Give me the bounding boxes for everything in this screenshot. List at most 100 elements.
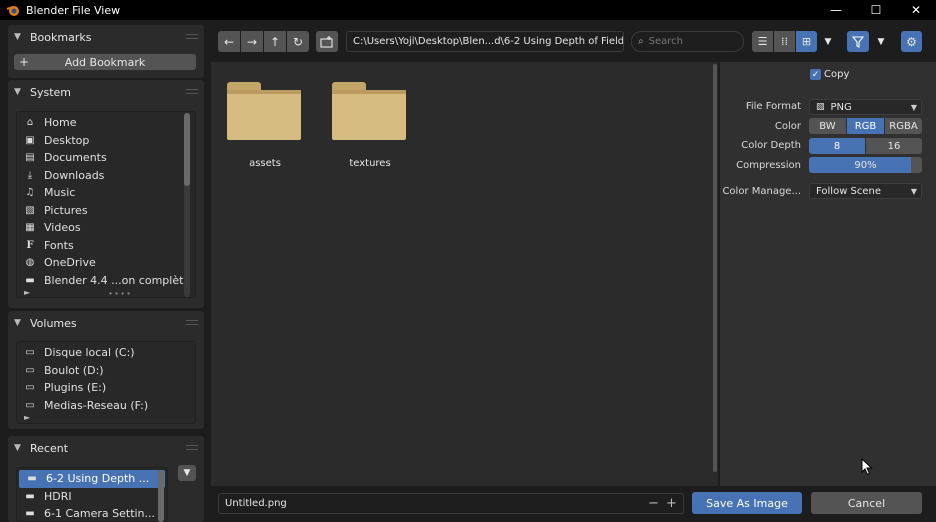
chevron-down-icon: ▼ [14,87,21,97]
globe-icon: ◍ [25,257,35,269]
system-item-home[interactable]: ⌂ Home [17,114,195,132]
system-item-documents[interactable]: ▤ Documents [17,149,195,167]
expand-arrow-icon[interactable]: ► [24,288,30,297]
system-item-videos[interactable]: ▦ Videos [17,219,195,237]
filter-options-dropdown[interactable]: ▼ [871,31,891,52]
recent-header[interactable]: ▼ Recent [8,436,204,460]
refresh-button[interactable]: ↻ [287,31,309,52]
close-button[interactable]: ✕ [896,0,936,20]
copy-checkbox[interactable]: ✓ [810,69,821,80]
compression-slider[interactable]: 90% [809,157,922,173]
grip-icon[interactable] [186,320,198,325]
folder-label: assets [249,158,281,169]
cancel-button[interactable]: Cancel [811,492,922,514]
grip-icon[interactable] [186,445,198,450]
folder-icon [332,82,406,140]
thumbnail-view-button[interactable]: ⊞ [796,31,817,52]
filename-input[interactable]: Untitled.png [218,493,684,514]
horizontal-list-view-button[interactable]: ⁞⁞ [774,31,795,52]
system-item-pictures[interactable]: ▧ Pictures [17,202,195,220]
fonts-icon: F [26,239,34,251]
color-depth-label: Color Depth [741,140,801,151]
copy-label: Copy [824,69,850,80]
recent-item-hdri[interactable]: ▬ HDRI [17,488,167,506]
parent-directory-button[interactable]: ↑ [264,31,286,52]
folder-icon: ▬ [25,274,35,286]
folder-icon: ▬ [25,490,35,502]
increment-filename-button[interactable]: + [666,496,677,511]
disk-icon: ▭ [25,399,35,411]
image-icon: ▧ [816,102,825,112]
system-title: System [30,85,72,99]
volume-item-d[interactable]: ▭ Boulot (D:) [17,362,195,380]
color-bw-option[interactable]: BW [809,118,846,134]
recent-scrollbar[interactable] [158,470,164,522]
search-icon: ⌕ [638,36,644,47]
desktop-icon: ▣ [25,134,35,146]
system-item-blender[interactable]: ▬ Blender 4.4 ...on complète [17,272,195,290]
chevron-down-icon: ▼ [910,102,917,112]
back-button[interactable]: ← [218,31,240,52]
forward-button[interactable]: → [241,31,263,52]
grip-icon[interactable] [186,34,198,39]
downloads-icon: ⤓ [27,169,33,181]
folder-assets[interactable]: assets [227,82,303,169]
volume-item-f[interactable]: ▭ Medias-Reseau (F:) [17,397,195,415]
recent-title: Recent [30,441,69,455]
save-as-image-button[interactable]: Save As Image [692,492,802,514]
disk-icon: ▭ [25,364,35,376]
system-scrollbar[interactable] [184,113,190,297]
new-folder-button[interactable] [316,31,338,52]
volume-item-c[interactable]: ▭ Disque local (C:) [17,344,195,362]
color-rgb-option[interactable]: RGB [847,118,884,134]
recent-scroll-thumb[interactable] [158,470,164,522]
pictures-icon: ▧ [25,204,35,216]
file-browser-area[interactable]: assets textures [211,62,718,486]
volumes-header[interactable]: ▼ Volumes [8,311,204,335]
system-header[interactable]: ▼ System [8,80,204,104]
system-item-onedrive[interactable]: ◍ OneDrive [17,254,195,272]
documents-icon: ▤ [25,152,35,164]
vertical-list-view-button[interactable]: ☰ [752,31,773,52]
volumes-title: Volumes [30,316,77,330]
system-item-music[interactable]: ♫ Music [17,184,195,202]
minimize-button[interactable]: — [816,0,856,20]
gear-icon: ⚙ [906,34,917,49]
chevron-down-icon: ▼ [14,32,21,42]
expand-arrow-icon[interactable]: ► [24,413,30,422]
recent-item-6-2[interactable]: ▬ 6-2 Using Depth ... [19,470,165,488]
color-depth-16-option[interactable]: 16 [866,138,922,154]
file-format-dropdown[interactable]: ▧ PNG ▼ [809,99,922,115]
settings-toggle-button[interactable]: ⚙ [901,31,922,52]
bookmarks-panel: ▼ Bookmarks [8,25,204,78]
system-item-desktop[interactable]: ▣ Desktop [17,132,195,150]
file-area-scrollbar[interactable] [713,64,717,472]
recent-options-button[interactable]: ▼ [178,465,196,481]
color-management-dropdown[interactable]: Follow Scene ▼ [809,183,922,199]
color-rgba-option[interactable]: RGBA [885,118,922,134]
system-item-downloads[interactable]: ⤓ Downloads [17,167,195,185]
display-options-dropdown[interactable]: ▼ [818,31,838,52]
maximize-button[interactable]: ☐ [856,0,896,20]
folder-textures[interactable]: textures [332,82,408,169]
filter-toggle-button[interactable] [847,31,869,52]
recent-item-6-1[interactable]: ▬ 6-1 Camera Settin... [17,505,167,522]
volume-item-e[interactable]: ▭ Plugins (E:) [17,379,195,397]
system-scroll-thumb[interactable] [184,113,190,186]
decrement-filename-button[interactable]: − [648,496,659,511]
system-item-fonts[interactable]: F Fonts [17,237,195,255]
volumes-list: ▭ Disque local (C:) ▭ Boulot (D:) ▭ Plugins… [16,341,196,424]
color-depth-8-option[interactable]: 8 [809,138,865,154]
recent-list: ▬ 6-2 Using Depth ... ▬ HDRI ▬ 6-1 Camera S… [16,467,168,522]
title-bar: Blender File View — ☐ ✕ [0,0,936,20]
search-input[interactable]: ⌕ Search [631,31,744,52]
bookmarks-header[interactable]: ▼ Bookmarks [8,25,204,49]
compression-value: 90% [854,159,877,171]
resize-handle-icon[interactable]: ∙∙∙∙ [108,289,132,298]
grip-icon[interactable] [186,89,198,94]
folder-icon: ▬ [25,508,35,520]
add-bookmark-button[interactable]: + Add Bookmark [14,54,196,70]
chevron-down-icon: ▼ [14,443,21,453]
folder-icon: ▬ [27,473,37,485]
directory-path-field[interactable]: C:\Users\Yoji\Desktop\Blen...d\6-2 Using… [346,31,624,52]
